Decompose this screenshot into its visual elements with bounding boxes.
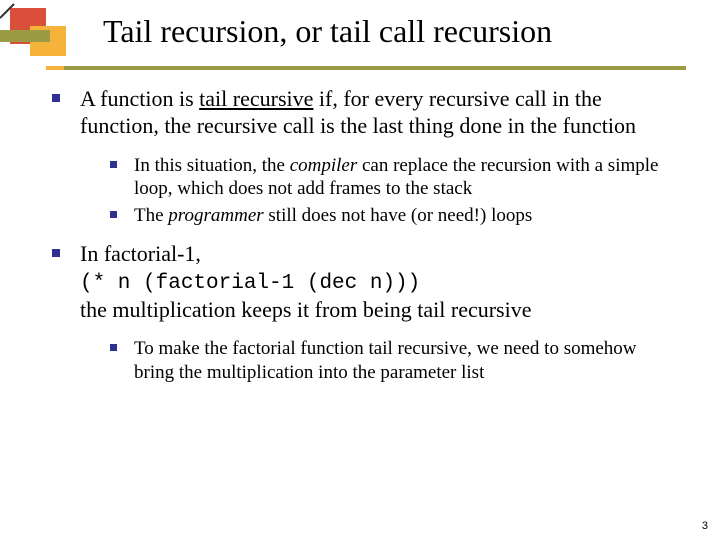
sub-bullet-2-1-text: To make the factorial function tail recu… [134,337,680,383]
slide-body: A function is tail recursive if, for eve… [52,86,680,398]
slide-title: Tail recursion, or tail call recursion [103,14,720,49]
square-bullet-icon [110,204,134,227]
sub2-em: programmer [168,205,263,226]
title-underline [46,66,686,70]
bullet-2-line1: In factorial-1, [80,241,201,266]
sub-bullet-1-2: The programmer still does not have (or n… [110,204,680,227]
sub2-pre: The [134,205,168,226]
square-bullet-icon [110,337,134,383]
bullet-2-line3: the multiplication keeps it from being t… [80,297,531,322]
bullet-1-term: tail recursive [199,86,313,111]
bullet-1-pre: A function is [80,86,199,111]
slide: Tail recursion, or tail call recursion A… [0,0,720,540]
sub-bullet-1-2-text: The programmer still does not have (or n… [134,204,680,227]
square-bullet-icon [52,241,80,323]
sub-bullet-1-1: In this situation, the compiler can repl… [110,154,680,200]
bullet-1: A function is tail recursive if, for eve… [52,86,680,140]
square-bullet-icon [52,86,80,140]
bullet-1-text: A function is tail recursive if, for eve… [80,86,680,140]
bullet-2-code: (* n (factorial-1 (dec n))) [80,272,420,295]
square-bullet-icon [110,154,134,200]
sub-bullet-2-1: To make the factorial function tail recu… [110,337,680,383]
bullet-2: In factorial-1, (* n (factorial-1 (dec n… [52,241,680,323]
sub1-pre: In this situation, the [134,155,290,176]
sub1-em: compiler [290,155,358,176]
page-number: 3 [702,520,708,532]
bullet-2-subs: To make the factorial function tail recu… [110,337,680,383]
sub-bullet-1-1-text: In this situation, the compiler can repl… [134,154,680,200]
title-row: Tail recursion, or tail call recursion [0,14,720,49]
bullet-2-text: In factorial-1, (* n (factorial-1 (dec n… [80,241,680,323]
bullet-1-subs: In this situation, the compiler can repl… [110,154,680,228]
sub2-post: still does not have (or need!) loops [264,205,533,226]
